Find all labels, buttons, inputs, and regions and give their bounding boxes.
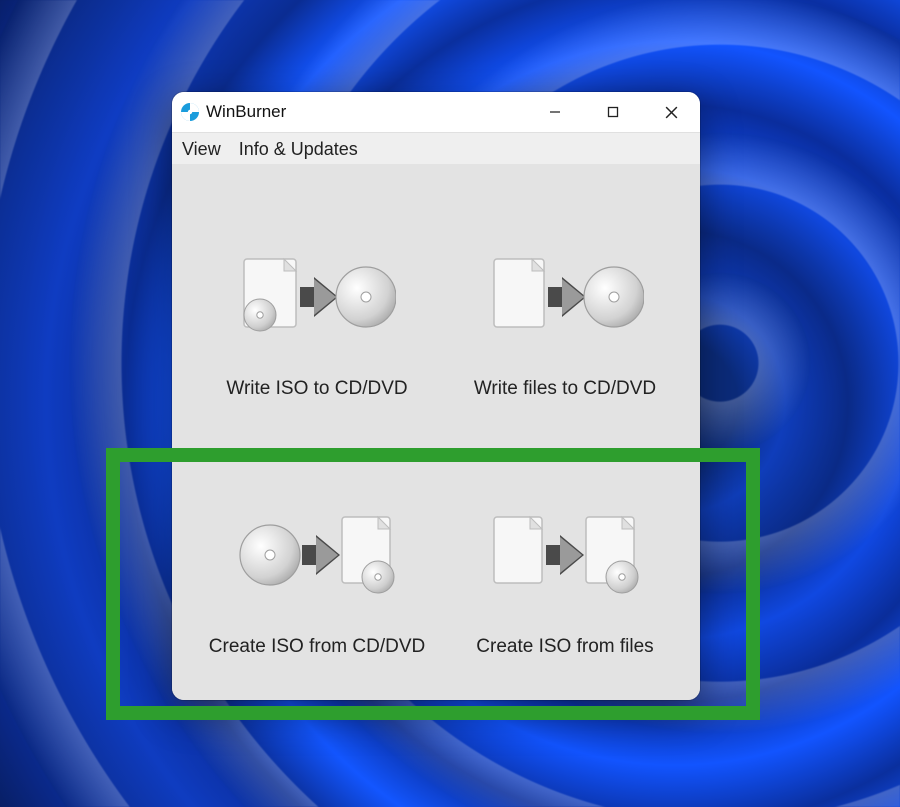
tile-create-iso-from-files[interactable]: Create ISO from files bbox=[440, 500, 690, 658]
window-control-buttons bbox=[526, 92, 700, 132]
tile-write-iso-to-cd-dvd[interactable]: Write ISO to CD/DVD bbox=[192, 242, 442, 400]
title-bar: WinBurner bbox=[172, 92, 700, 132]
tile-icon bbox=[440, 500, 690, 610]
tile-label: Write files to CD/DVD bbox=[440, 378, 690, 400]
tile-icon bbox=[192, 500, 442, 610]
close-button[interactable] bbox=[642, 92, 700, 132]
maximize-button[interactable] bbox=[584, 92, 642, 132]
tile-label: Create ISO from files bbox=[440, 636, 690, 658]
tile-label: Create ISO from CD/DVD bbox=[192, 636, 442, 658]
tile-label: Write ISO to CD/DVD bbox=[192, 378, 442, 400]
menu-bar: View Info & Updates bbox=[172, 132, 700, 166]
minimize-button[interactable] bbox=[526, 92, 584, 132]
client-area: Write ISO to CD/DVD bbox=[172, 164, 700, 700]
menu-info-updates[interactable]: Info & Updates bbox=[239, 133, 358, 165]
app-window: WinBurner View Info & Updates bbox=[172, 92, 700, 700]
tile-icon bbox=[440, 242, 690, 352]
menu-view[interactable]: View bbox=[182, 133, 221, 165]
tile-write-files-to-cd-dvd[interactable]: Write files to CD/DVD bbox=[440, 242, 690, 400]
app-icon bbox=[180, 102, 200, 122]
tile-create-iso-from-cd-dvd[interactable]: Create ISO from CD/DVD bbox=[192, 500, 442, 658]
window-title: WinBurner bbox=[206, 102, 286, 122]
tile-icon bbox=[192, 242, 442, 352]
